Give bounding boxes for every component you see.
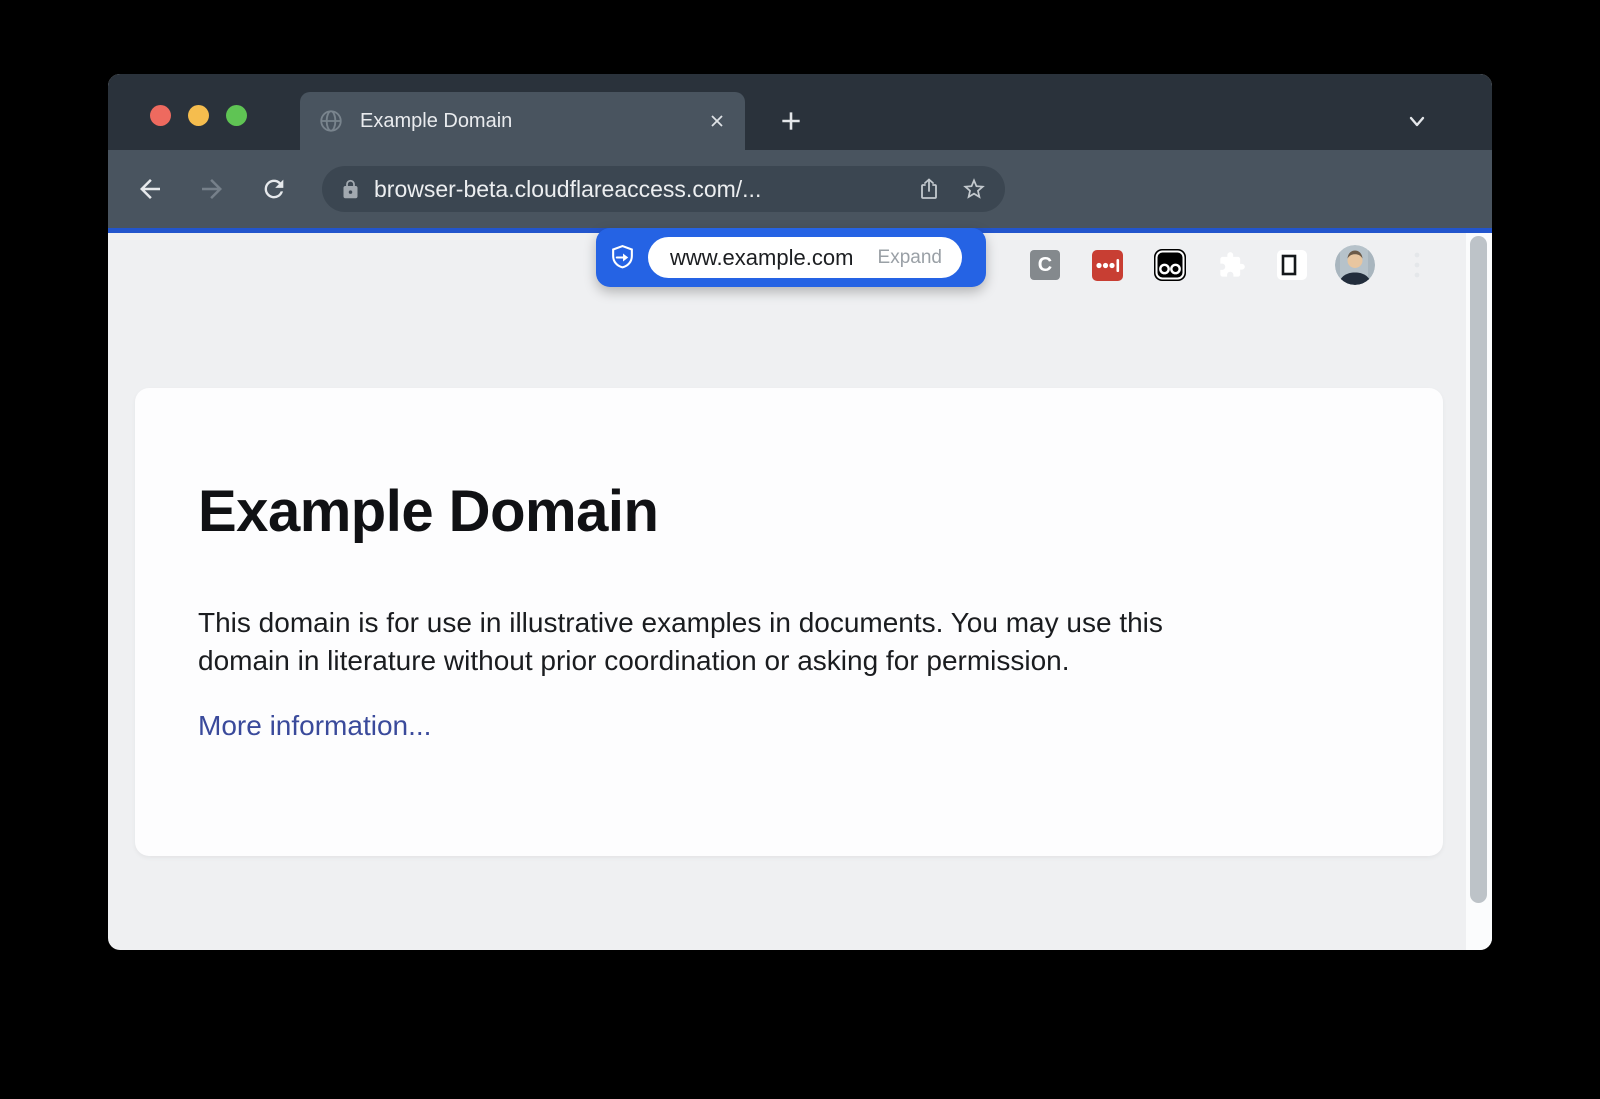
- traffic-light-close-button[interactable]: [150, 105, 171, 126]
- shield-arrow-icon: [609, 244, 636, 271]
- content-card: Example Domain This domain is for use in…: [135, 388, 1443, 856]
- active-tab[interactable]: Example Domain: [300, 92, 745, 150]
- c-badge-letter: C: [1038, 254, 1052, 277]
- extensions-puzzle-icon[interactable]: [1216, 249, 1248, 281]
- isolation-pill: www.example.com Expand: [596, 228, 986, 287]
- expand-button[interactable]: Expand: [878, 247, 962, 269]
- back-icon: [135, 174, 165, 204]
- page-heading: Example Domain: [198, 480, 658, 544]
- extension-c-icon[interactable]: C: [1030, 250, 1060, 280]
- plus-icon: [778, 108, 804, 134]
- browser-window: Example Domain: [108, 74, 1492, 950]
- new-tab-button[interactable]: [777, 107, 805, 135]
- share-icon[interactable]: [917, 177, 941, 201]
- traffic-light-zoom-button[interactable]: [226, 105, 247, 126]
- tab-title: Example Domain: [360, 110, 512, 133]
- scrollbar-thumb[interactable]: [1470, 236, 1487, 903]
- url-text: browser-beta.cloudflareaccess.com/...: [374, 176, 897, 203]
- forward-button[interactable]: [194, 171, 230, 207]
- screenshot-stage: Example Domain: [0, 0, 1600, 1099]
- kebab-menu-icon[interactable]: [1405, 249, 1429, 281]
- profile-avatar[interactable]: [1335, 245, 1375, 285]
- reload-icon: [260, 175, 288, 203]
- toolbar: browser-beta.cloudflareaccess.com/...: [108, 150, 1492, 228]
- reload-button[interactable]: [256, 171, 292, 207]
- tab-close-icon[interactable]: [705, 109, 729, 133]
- bookmark-star-icon[interactable]: [961, 176, 987, 202]
- traffic-light-minimize-button[interactable]: [188, 105, 209, 126]
- back-button[interactable]: [132, 171, 168, 207]
- address-bar[interactable]: browser-beta.cloudflareaccess.com/...: [322, 166, 1005, 212]
- chevron-down-icon: [1405, 109, 1429, 133]
- glasses-icon[interactable]: [1154, 249, 1186, 281]
- isolation-domain-text: www.example.com: [648, 245, 878, 271]
- lock-icon: [340, 179, 361, 200]
- lastpass-dots-icon[interactable]: [1092, 250, 1123, 281]
- forward-icon: [197, 174, 227, 204]
- tab-strip: Example Domain: [108, 74, 1492, 150]
- tab-search-button[interactable]: [1403, 107, 1431, 135]
- page-paragraph: This domain is for use in illustrative e…: [198, 604, 1163, 680]
- more-information-link[interactable]: More information...: [198, 710, 431, 742]
- scrollbar-track[interactable]: [1466, 233, 1492, 950]
- globe-icon: [318, 108, 344, 134]
- isolation-domain-field[interactable]: www.example.com Expand: [648, 237, 962, 278]
- side-panel-icon[interactable]: [1277, 250, 1307, 280]
